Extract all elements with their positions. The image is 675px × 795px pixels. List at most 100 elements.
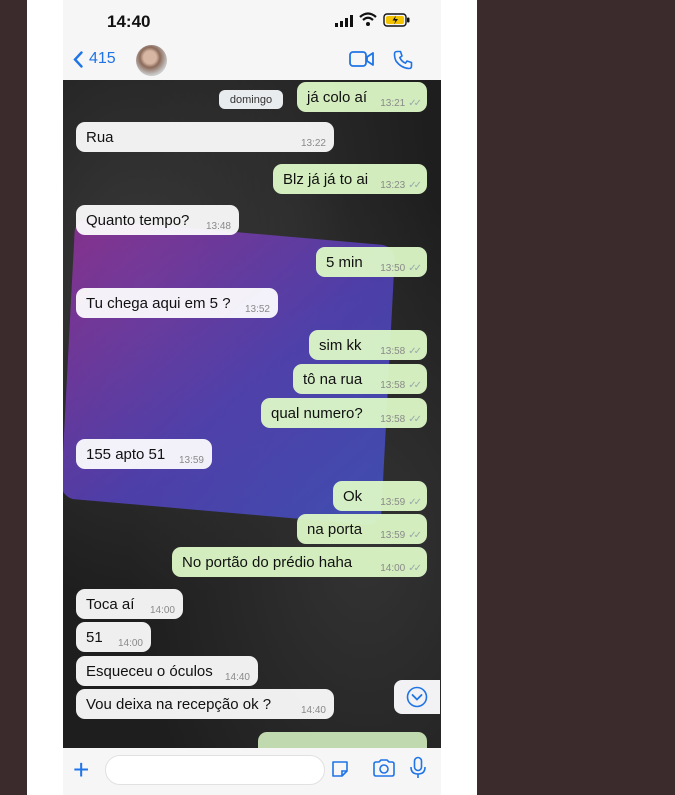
sticker-icon[interactable]	[330, 759, 350, 779]
message-time: 13:21	[380, 98, 406, 109]
message-meta: 13:59 ✓✓	[380, 530, 422, 541]
message-meta: 14:40	[225, 672, 250, 683]
message-time: 13:50	[380, 263, 406, 274]
message-time: 14:00	[149, 605, 175, 616]
message-text: já colo aí	[307, 88, 368, 106]
message-incoming[interactable]: Esqueceu o óculos 14:40	[76, 656, 258, 686]
message-text: Esqueceu o óculos	[86, 662, 213, 680]
message-time: 14:40	[300, 705, 326, 716]
message-meta: 13:21 ✓✓	[380, 98, 422, 109]
message-text: 155 apto 51	[86, 445, 166, 463]
camera-icon[interactable]	[372, 758, 396, 778]
message-meta: 13:52	[245, 304, 270, 315]
message-time: 14:00	[380, 563, 406, 574]
message-outgoing[interactable]: qual numero? 13:58 ✓✓	[261, 398, 427, 428]
read-ticks-icon: ✓✓	[408, 263, 422, 274]
read-ticks-icon: ✓✓	[408, 414, 422, 425]
message-outgoing[interactable]: Ok 13:59 ✓✓	[333, 481, 427, 511]
message-input-bar: +	[63, 748, 441, 795]
message-text: Rua	[86, 128, 114, 146]
message-incoming[interactable]: Rua 13:22	[76, 122, 334, 152]
message-outgoing[interactable]: 5 min 13:50 ✓✓	[316, 247, 427, 277]
mic-icon[interactable]	[409, 756, 427, 780]
date-label: domingo	[219, 90, 283, 109]
message-incoming[interactable]: 51 14:00	[76, 622, 151, 652]
message-time: 13:48	[205, 221, 231, 232]
message-meta: 14:00 ✓✓	[380, 563, 422, 574]
message-incoming[interactable]: Quanto tempo? 13:48	[76, 205, 239, 235]
message-meta: 13:58 ✓✓	[380, 346, 422, 357]
message-incoming[interactable]: Tu chega aqui em 5 ? 13:52	[76, 288, 278, 318]
message-outgoing[interactable]: Blz já já to ai 13:23 ✓✓	[273, 164, 427, 194]
message-text: Toca aí	[86, 595, 135, 613]
message-time: 14:40	[224, 672, 250, 683]
video-call-icon[interactable]	[349, 50, 375, 68]
message-outgoing[interactable]: já colo aí 13:21 ✓✓	[297, 82, 427, 112]
read-ticks-icon: ✓✓	[408, 346, 422, 357]
chat-area[interactable]: domingo já colo aí 13:21 ✓✓ Rua 13:22 Blz…	[63, 80, 441, 748]
phone-screen: 14:40 415 domingo já colo aí 13:21 ✓✓ Ru…	[63, 0, 441, 795]
message-outgoing[interactable]: tô na rua 13:58 ✓✓	[293, 364, 427, 394]
message-time: 13:59	[380, 530, 406, 541]
message-time: 13:23	[380, 180, 406, 191]
message-outgoing-partial[interactable]	[258, 732, 427, 748]
screenshot-frame: 14:40 415 domingo já colo aí 13:21 ✓✓ Ru…	[27, 0, 477, 795]
message-outgoing[interactable]: sim kk 13:58 ✓✓	[309, 330, 427, 360]
message-time: 13:59	[178, 455, 204, 466]
message-meta: 13:58 ✓✓	[380, 414, 422, 425]
message-incoming[interactable]: Toca aí 14:00	[76, 589, 183, 619]
message-meta: 13:58 ✓✓	[380, 380, 422, 391]
message-text: No portão do prédio haha	[182, 553, 353, 571]
signal-icon	[335, 15, 353, 27]
status-bar: 14:40	[63, 0, 441, 42]
read-ticks-icon: ✓✓	[408, 380, 422, 391]
message-time: 13:58	[380, 414, 406, 425]
read-ticks-icon: ✓✓	[408, 98, 422, 109]
message-time: 13:52	[244, 304, 270, 315]
read-ticks-icon: ✓✓	[408, 180, 422, 191]
message-text: sim kk	[319, 336, 362, 354]
message-meta: 14:00	[118, 638, 143, 649]
message-text: 5 min	[326, 253, 363, 271]
phone-icon[interactable]	[393, 50, 413, 70]
message-meta: 13:22	[301, 138, 326, 149]
read-ticks-icon: ✓✓	[408, 530, 422, 541]
message-outgoing[interactable]: na porta 13:59 ✓✓	[297, 514, 427, 544]
message-meta: 13:48	[206, 221, 231, 232]
status-time: 14:40	[107, 12, 151, 31]
message-meta: 14:40	[301, 705, 326, 716]
chat-header: 415	[63, 38, 441, 80]
message-incoming[interactable]: Vou deixa na recepção ok ? 14:40	[76, 689, 334, 719]
message-text: qual numero?	[271, 404, 363, 422]
message-meta: 13:50 ✓✓	[380, 263, 422, 274]
message-text: Tu chega aqui em 5 ?	[86, 294, 231, 312]
message-time: 13:58	[380, 346, 406, 357]
message-meta: 13:59	[179, 455, 204, 466]
plus-icon[interactable]: +	[73, 756, 89, 784]
read-ticks-icon: ✓✓	[408, 497, 422, 508]
wifi-icon	[359, 12, 377, 26]
message-text: na porta	[307, 520, 363, 538]
back-button[interactable]: 415	[73, 50, 116, 68]
message-meta: 14:00	[150, 605, 175, 616]
message-text: Blz já já to ai	[283, 170, 369, 188]
message-time: 14:00	[117, 638, 143, 649]
chevron-left-icon	[73, 50, 83, 68]
message-text: Quanto tempo?	[86, 211, 190, 229]
message-time: 13:22	[300, 138, 326, 149]
message-text: Ok	[343, 487, 363, 505]
message-text: 51	[86, 628, 103, 646]
contact-avatar[interactable]	[136, 45, 167, 76]
message-time: 13:59	[380, 497, 406, 508]
message-meta: 13:59 ✓✓	[380, 497, 422, 508]
battery-icon	[383, 13, 410, 27]
message-incoming[interactable]: 155 apto 51 13:59	[76, 439, 212, 469]
unread-count: 415	[89, 50, 116, 67]
message-input[interactable]	[105, 755, 325, 785]
read-ticks-icon: ✓✓	[408, 563, 422, 574]
message-text: Vou deixa na recepção ok ?	[86, 695, 272, 713]
message-outgoing[interactable]: No portão do prédio haha 14:00 ✓✓	[172, 547, 427, 577]
message-meta: 13:23 ✓✓	[380, 180, 422, 191]
chevron-down-icon	[406, 686, 428, 708]
scroll-to-bottom-button[interactable]	[394, 680, 440, 714]
